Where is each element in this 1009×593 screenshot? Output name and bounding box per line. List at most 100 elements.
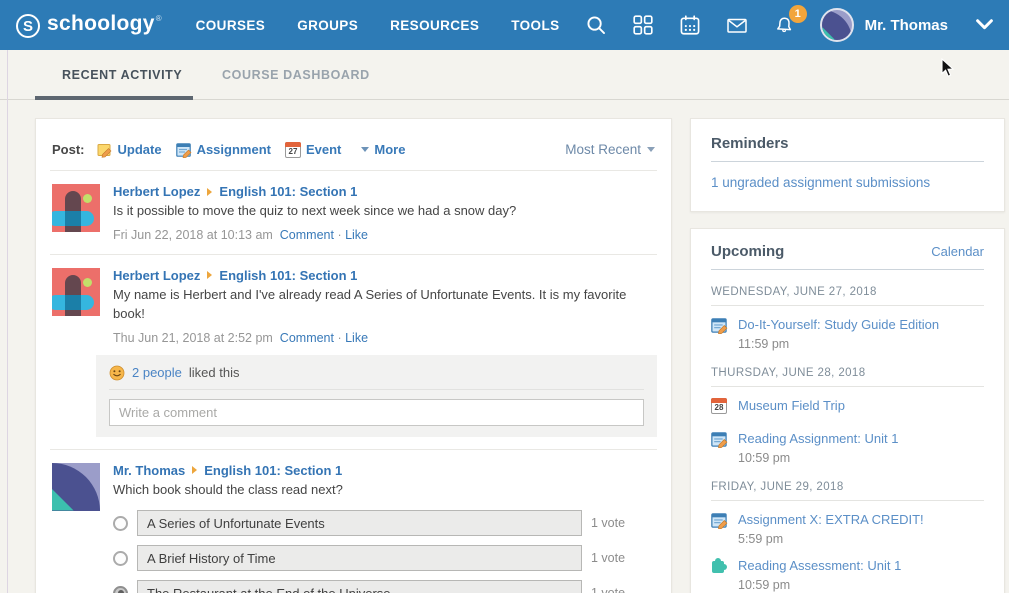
event-time: 5:59 pm (738, 532, 924, 546)
primary-nav: COURSES GROUPS RESOURCES TOOLS (196, 18, 560, 33)
assignment-icon (711, 431, 728, 448)
divider (711, 161, 984, 162)
nav-tools[interactable]: TOOLS (511, 18, 559, 33)
upcoming-title: Upcoming (711, 243, 784, 260)
upcoming-event: Reading Assignment: Unit 1 10:59 pm (711, 430, 984, 465)
sort-dropdown[interactable]: Most Recent (565, 142, 655, 157)
sort-dropdown-icon (647, 147, 655, 152)
post-assignment-button[interactable]: Assignment (176, 142, 271, 158)
divider (711, 500, 984, 501)
course-link[interactable]: English 101: Section 1 (219, 184, 357, 199)
event-link[interactable]: Do-It-Yourself: Study Guide Edition (738, 317, 939, 332)
author-link[interactable]: Herbert Lopez (113, 184, 200, 199)
post-meta: Fri Jun 22, 2018 at 10:13 am Comment · L… (113, 228, 655, 242)
upcoming-event: Assignment X: EXTRA CREDIT! 5:59 pm (711, 511, 984, 546)
puzzle-icon (712, 561, 724, 573)
poll-radio[interactable] (113, 516, 128, 531)
page-edge-line (7, 50, 8, 593)
comment-link[interactable]: Comment (280, 228, 334, 242)
assignment-icon (711, 317, 728, 334)
poll-vote-count: 1 vote (591, 586, 625, 593)
poll-option: A Brief History of Time 1 vote (113, 545, 655, 571)
breadcrumb-arrow-icon (192, 466, 197, 474)
breadcrumb-arrow-icon (207, 271, 212, 279)
chevron-down-icon[interactable] (973, 14, 995, 36)
nav-courses[interactable]: COURSES (196, 18, 266, 33)
reminders-title: Reminders (711, 135, 984, 152)
poll-option-bar[interactable]: A Brief History of Time (137, 545, 582, 571)
event-link[interactable]: Museum Field Trip (738, 398, 845, 413)
avatar-herbert-lopez[interactable] (52, 268, 100, 316)
post-text: Is it possible to move the quiz to next … (113, 202, 655, 221)
like-link[interactable]: Like (345, 331, 368, 345)
post-assignment-label: Assignment (197, 142, 271, 157)
assignment-icon (176, 142, 192, 158)
divider (711, 305, 984, 306)
feed-post: Herbert Lopez English 101: Section 1 Is … (50, 171, 657, 242)
poll-radio[interactable] (113, 551, 128, 566)
likes-and-comment-box: 2 people liked this (96, 355, 657, 437)
app-grid-icon[interactable] (632, 14, 654, 36)
event-link[interactable]: Assignment X: EXTRA CREDIT! (738, 512, 924, 527)
like-link[interactable]: Like (345, 228, 368, 242)
post-event-label: Event (306, 142, 341, 157)
upcoming-panel: Upcoming Calendar WEDNESDAY, JUNE 27, 20… (690, 228, 1005, 593)
liked-by-link[interactable]: 2 people (132, 365, 182, 380)
event-link[interactable]: Reading Assignment: Unit 1 (738, 431, 898, 446)
tab-course-dashboard[interactable]: COURSE DASHBOARD (222, 50, 370, 99)
schoology-logo[interactable]: S schoology ® (16, 12, 162, 38)
activity-feed: Post: Update Assignment 27 Event More Mo… (35, 118, 672, 593)
event-link[interactable]: Reading Assessment: Unit 1 (738, 558, 901, 573)
bell-icon[interactable]: 1 (773, 14, 795, 36)
user-avatar[interactable] (820, 8, 854, 42)
ungraded-submissions-link[interactable]: 1 ungraded assignment submissions (711, 175, 930, 190)
poll-vote-count: 1 vote (591, 551, 625, 565)
mail-icon[interactable] (726, 14, 748, 36)
poll-option-bar[interactable]: The Restaurant at the End of the Univers… (137, 580, 582, 593)
navbar-right: 1 Mr. Thomas (585, 0, 995, 50)
liked-suffix: liked this (189, 365, 240, 380)
day-header: FRIDAY, JUNE 29, 2018 (711, 481, 984, 493)
user-name[interactable]: Mr. Thomas (865, 17, 948, 34)
course-link[interactable]: English 101: Section 1 (219, 268, 357, 283)
post-more-label: More (374, 142, 405, 157)
active-tab-underline (35, 96, 193, 100)
day-header: WEDNESDAY, JUNE 27, 2018 (711, 286, 984, 298)
calendar-icon[interactable] (679, 14, 701, 36)
nav-groups[interactable]: GROUPS (297, 18, 358, 33)
assignment-icon (711, 512, 728, 529)
smiley-icon (109, 365, 125, 381)
tab-bar: RECENT ACTIVITY COURSE DASHBOARD (0, 50, 1009, 100)
comment-input[interactable] (109, 399, 644, 426)
poll-post: Mr. Thomas English 101: Section 1 Which … (50, 450, 657, 593)
avatar-mr-thomas[interactable] (52, 463, 100, 511)
author-link[interactable]: Mr. Thomas (113, 463, 185, 478)
search-icon[interactable] (585, 14, 607, 36)
notification-badge[interactable]: 1 (789, 5, 807, 23)
calendar-event-icon: 28 (711, 398, 727, 414)
course-link[interactable]: English 101: Section 1 (204, 463, 342, 478)
post-text: My name is Herbert and I've already read… (113, 286, 655, 324)
nav-resources[interactable]: RESOURCES (390, 18, 479, 33)
calendar-link[interactable]: Calendar (931, 244, 984, 259)
more-dropdown-icon (361, 147, 369, 152)
tab-recent-activity[interactable]: RECENT ACTIVITY (62, 50, 182, 99)
reminders-panel: Reminders 1 ungraded assignment submissi… (690, 118, 1005, 212)
author-link[interactable]: Herbert Lopez (113, 268, 200, 283)
like-summary: 2 people liked this (109, 365, 644, 390)
post-event-button[interactable]: 27 Event (285, 142, 341, 158)
post-more-button[interactable]: More (361, 142, 405, 157)
avatar-herbert-lopez[interactable] (52, 184, 100, 232)
post-toolbar: Post: Update Assignment 27 Event More Mo… (50, 129, 657, 171)
post-update-button[interactable]: Update (97, 142, 162, 158)
update-icon (97, 142, 113, 158)
comment-link[interactable]: Comment (280, 331, 334, 345)
day-header: THURSDAY, JUNE 28, 2018 (711, 367, 984, 379)
upcoming-event: Do-It-Yourself: Study Guide Edition 11:5… (711, 316, 984, 351)
poll-option-bar[interactable]: A Series of Unfortunate Events (137, 510, 582, 536)
divider (711, 269, 984, 270)
post-meta: Thu Jun 21, 2018 at 2:52 pm Comment · Li… (113, 331, 655, 345)
event-icon: 27 (285, 142, 301, 158)
post-byline: Herbert Lopez English 101: Section 1 (113, 184, 655, 199)
poll-radio-selected[interactable] (113, 586, 128, 593)
